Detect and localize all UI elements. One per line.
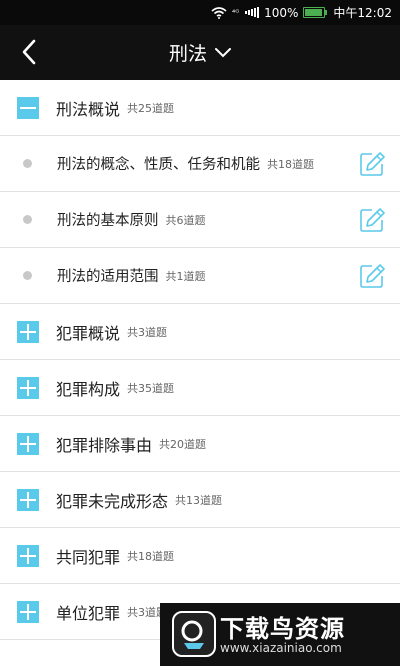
question-count: 共20道题 <box>159 437 207 451</box>
chevron-down-icon <box>215 47 231 58</box>
battery-percent: 100% <box>264 5 299 20</box>
watermark-url: www.xiazainiao.com <box>220 641 342 655</box>
watermark-title: 下载鸟资源 <box>220 615 345 643</box>
row-title: 刑法的基本原则 <box>57 213 159 229</box>
edit-practice-icon[interactable] <box>359 207 385 233</box>
section-row[interactable]: 刑法的适用范围 共1道题 <box>0 248 400 304</box>
edit-practice-icon[interactable] <box>359 263 385 289</box>
chapter-row[interactable]: 共同犯罪 共18道题 <box>0 528 400 584</box>
expand-icon[interactable] <box>17 376 39 399</box>
row-title: 犯罪排除事由 <box>56 435 153 455</box>
chapter-row[interactable]: 犯罪未完成形态 共13道题 <box>0 472 400 528</box>
edit-practice-icon[interactable] <box>359 151 385 177</box>
expand-icon[interactable] <box>17 488 39 511</box>
chapter-row[interactable]: 犯罪排除事由 共20道题 <box>0 416 400 472</box>
bullet-dot-icon <box>23 159 32 168</box>
wifi-icon <box>211 6 227 19</box>
bullet-dot-icon <box>23 215 32 224</box>
top-nav-bar: 刑法 <box>0 25 400 80</box>
section-row[interactable]: 刑法的概念、性质、任务和机能 共18道题 <box>0 136 400 192</box>
expand-icon[interactable] <box>17 544 39 567</box>
row-title: 刑法的概念、性质、任务和机能 <box>57 157 260 173</box>
question-count: 共25道题 <box>127 101 175 115</box>
row-title: 单位犯罪 <box>56 603 121 623</box>
watermark-logo-icon <box>172 611 216 657</box>
subject-dropdown[interactable]: 刑法 <box>0 25 400 80</box>
page-title: 刑法 <box>168 43 207 65</box>
question-count: 共18道题 <box>127 549 175 563</box>
chapter-row[interactable]: 犯罪概说 共3道题 <box>0 304 400 360</box>
chapter-list: 刑法概说 共25道题 刑法的概念、性质、任务和机能 共18道题 刑法的基本原则 共6道题刑… <box>0 80 400 640</box>
expand-icon[interactable] <box>17 600 39 623</box>
section-row[interactable]: 刑法的基本原则 共6道题 <box>0 192 400 248</box>
chapter-row[interactable]: 犯罪构成 共35道题 <box>0 360 400 416</box>
question-count: 共6道题 <box>165 213 206 227</box>
expand-icon[interactable] <box>17 432 39 455</box>
bullet-dot-icon <box>23 271 32 280</box>
collapse-icon[interactable] <box>17 96 39 119</box>
chapter-row[interactable]: 刑法概说 共25道题 <box>0 80 400 136</box>
row-title: 犯罪概说 <box>56 323 121 343</box>
row-title: 犯罪构成 <box>56 379 121 399</box>
row-title: 共同犯罪 <box>56 547 121 567</box>
question-count: 共18道题 <box>267 157 314 171</box>
signal-icon <box>244 7 260 18</box>
network-type-label: ⁴ᴳ <box>231 8 240 17</box>
row-title: 犯罪未完成形态 <box>56 491 169 511</box>
clock: 中午12:02 <box>333 6 392 20</box>
expand-icon[interactable] <box>17 320 39 343</box>
battery-icon <box>303 7 328 18</box>
row-title: 刑法概说 <box>56 99 121 119</box>
status-bar: ⁴ᴳ 100% 中午12:02 <box>0 0 400 25</box>
question-count: 共13道题 <box>175 493 223 507</box>
question-count: 共35道题 <box>127 381 175 395</box>
question-count: 共3道题 <box>127 325 168 339</box>
watermark: 下载鸟资源 www.xiazainiao.com <box>160 603 400 666</box>
row-title: 刑法的适用范围 <box>57 269 159 285</box>
question-count: 共1道题 <box>165 269 206 283</box>
